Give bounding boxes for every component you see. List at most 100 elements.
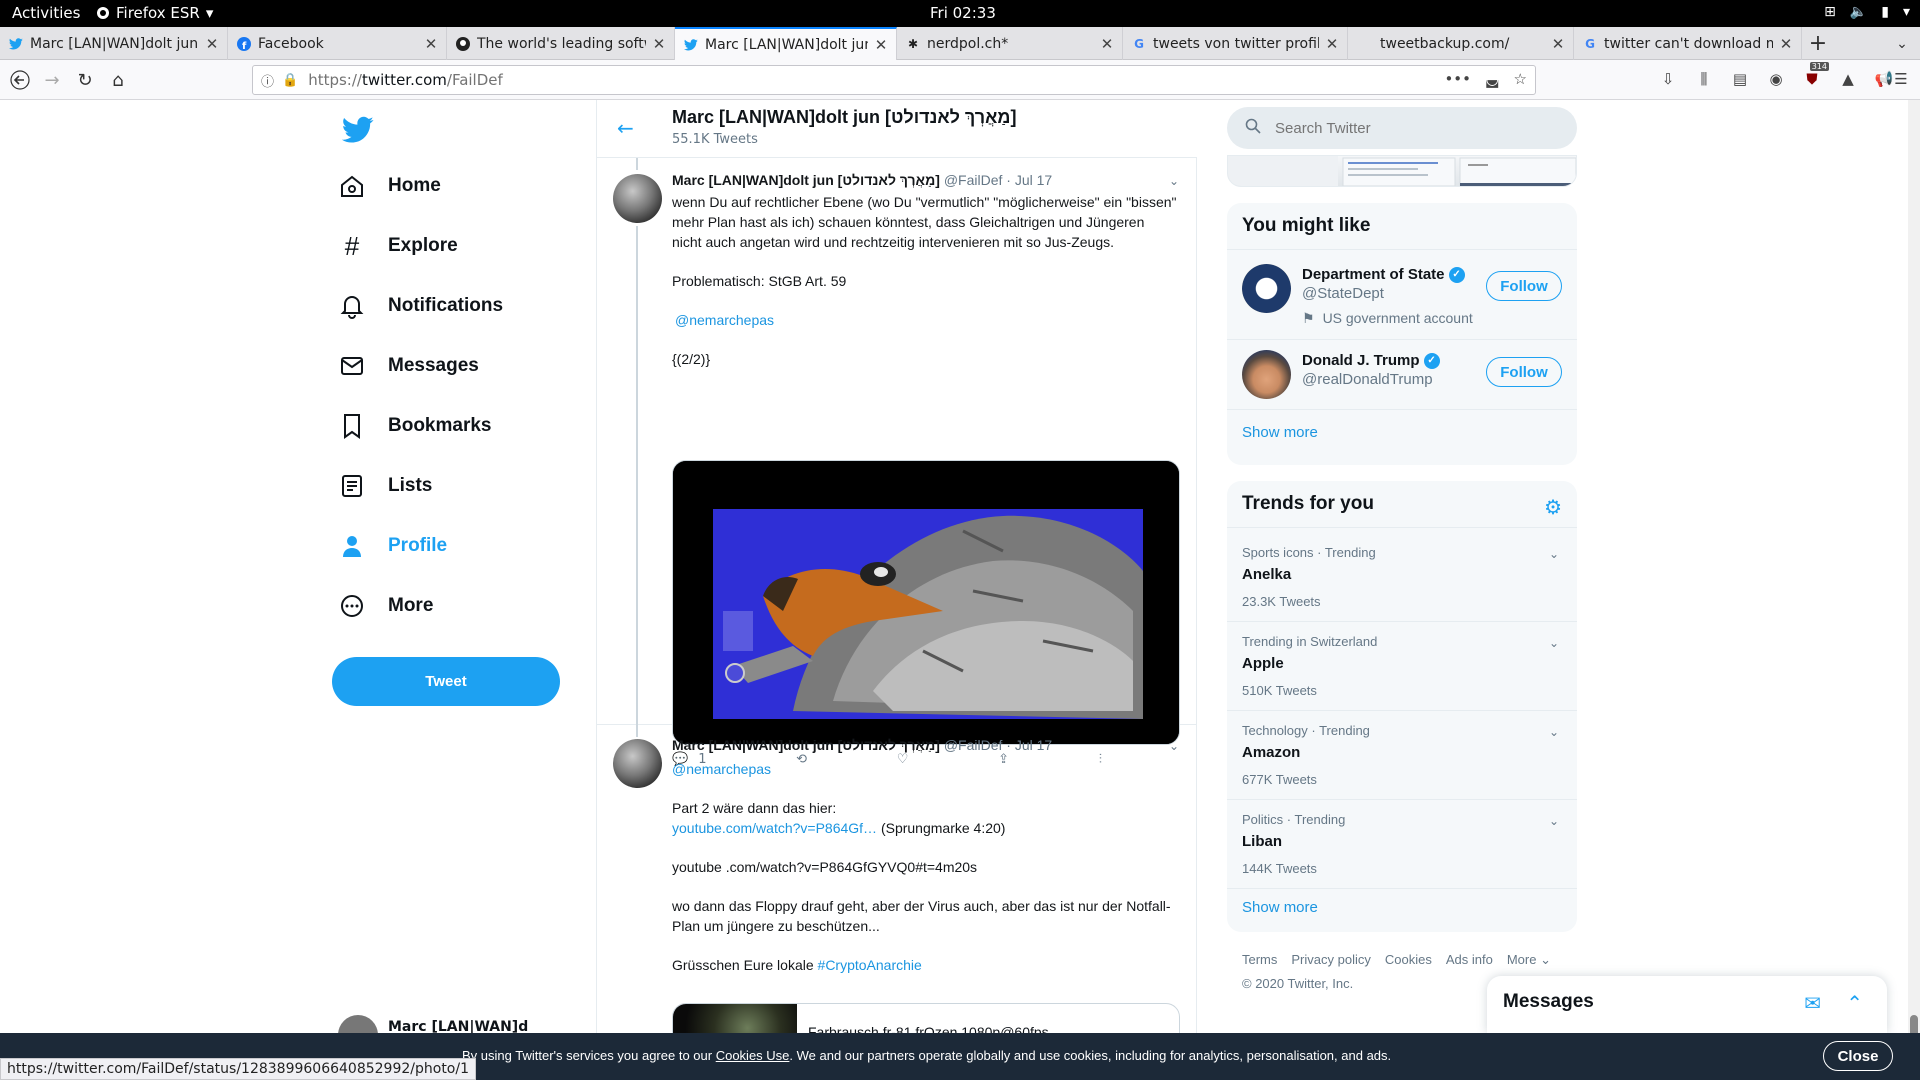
tweet[interactable]: Marc [LAN|WAN]dolt jun [מַאֲרְךְ לאנדולט… — [597, 158, 1197, 767]
tweet-handle[interactable]: @FailDef — [944, 737, 1003, 753]
follow-button[interactable]: Follow — [1486, 357, 1562, 387]
avatar[interactable] — [613, 174, 662, 223]
reload-button[interactable]: ↻ — [73, 68, 97, 92]
tweet-author-name[interactable]: Marc [LAN|WAN]dolt jun [מַאֲרְךְ לאנדולט… — [672, 172, 940, 188]
mention-link[interactable]: @nemarchepas — [675, 312, 774, 328]
download-icon[interactable]: ⇩ — [1657, 68, 1679, 90]
show-more-link[interactable]: Show more — [1242, 424, 1318, 441]
tweet-date[interactable]: Jul 17 — [1015, 172, 1052, 188]
close-button[interactable]: Close — [1823, 1041, 1893, 1071]
browser-tab[interactable]: Marc [LAN|WAN]dolt jun ✕ — [0, 27, 228, 60]
back-button[interactable] — [8, 68, 32, 92]
account-name: Donald J. Trump — [1302, 352, 1420, 369]
tweet-author-name[interactable]: Marc [LAN|WAN]dolt jun [מַאֲרְךְ לאנדולט… — [672, 737, 940, 753]
ublock-icon[interactable]: ⛊ 314 — [1801, 62, 1829, 90]
mention-link[interactable]: @nemarchepas — [672, 761, 771, 777]
nav-profile[interactable]: Profile — [338, 521, 447, 571]
nav-bookmarks[interactable]: Bookmarks — [338, 401, 492, 451]
footer-link-cookies[interactable]: Cookies — [1385, 952, 1432, 968]
chevron-down-icon[interactable]: ⌄ — [1549, 814, 1559, 828]
tweet-handle[interactable]: @FailDef — [944, 172, 1003, 188]
close-icon[interactable]: ✕ — [874, 36, 888, 54]
account-switcher[interactable]: Marc [LAN|WAN]d — [338, 1015, 528, 1033]
page-actions-icon[interactable]: ••• — [1444, 70, 1471, 88]
star-icon[interactable]: ☆ — [1514, 70, 1527, 88]
app-menu[interactable]: Firefox ESR ▾ — [96, 4, 213, 22]
nav-messages[interactable]: Messages — [338, 341, 479, 391]
browser-tab[interactable]: tweetbackup.com/ ✕ — [1348, 27, 1574, 60]
follow-button[interactable]: Follow — [1486, 271, 1562, 301]
youtube-link[interactable]: youtube.com/watch?v=P864Gf… — [672, 820, 877, 836]
home-button[interactable]: ⌂ — [106, 68, 130, 92]
trend-item[interactable]: Technology · Trending Amazon 677K Tweets… — [1227, 711, 1577, 800]
close-icon[interactable]: ✕ — [1551, 35, 1565, 53]
nav-explore[interactable]: # Explore — [338, 221, 458, 271]
info-icon[interactable]: ⓘ — [261, 71, 274, 90]
new-message-icon[interactable]: ✉ — [1804, 991, 1821, 1016]
tweet-date[interactable]: Jul 17 — [1015, 737, 1052, 753]
browser-tab[interactable]: G tweets von twitter profil ✕ — [1123, 27, 1348, 60]
browser-tab[interactable]: f Facebook ✕ — [228, 27, 447, 60]
footer-link-terms[interactable]: Terms — [1242, 952, 1277, 968]
trend-item[interactable]: Politics · Trending Liban 144K Tweets ⌄ — [1227, 800, 1577, 889]
messages-drawer[interactable]: Messages ✉ ⌃ — [1487, 976, 1887, 1033]
nav-lists[interactable]: Lists — [338, 461, 432, 511]
nav-notifications[interactable]: Notifications — [338, 281, 503, 331]
trend-item[interactable]: Trending in Switzerland Apple 510K Tweet… — [1227, 622, 1577, 711]
chevron-down-icon: ▾ — [205, 4, 214, 22]
trend-item[interactable]: Sports icons · Trending Anelka 23.3K Twe… — [1227, 533, 1577, 622]
avatar[interactable] — [613, 739, 662, 788]
browser-tab[interactable]: The world's leading softw ✕ — [447, 27, 675, 60]
tweet-photo[interactable] — [672, 460, 1180, 745]
close-icon[interactable]: ✕ — [652, 35, 666, 53]
chevron-down-icon[interactable]: ⌄ — [1549, 725, 1559, 739]
footer-link-privacy[interactable]: Privacy policy — [1291, 952, 1370, 968]
clock[interactable]: Fri 02:33 — [930, 4, 996, 22]
twitter-logo-icon[interactable] — [342, 114, 374, 146]
chevron-down-icon[interactable]: ⌄ — [1549, 547, 1559, 561]
hamburger-menu-icon[interactable]: ☰ — [1890, 68, 1912, 90]
sync-icon[interactable]: ◉ — [1765, 68, 1787, 90]
search-input[interactable] — [1275, 119, 1535, 137]
close-icon[interactable]: ✕ — [1100, 35, 1114, 53]
browser-tab-active[interactable]: Marc [LAN|WAN]dolt jun ✕ — [675, 27, 897, 60]
nav-home[interactable]: Home — [338, 161, 441, 211]
list-all-tabs-button[interactable]: ⌄ — [1888, 27, 1916, 60]
chevron-up-icon[interactable]: ⌃ — [1846, 991, 1863, 1016]
avatar — [1242, 350, 1291, 399]
sidebar-icon[interactable]: ▤ — [1729, 68, 1751, 90]
show-more-link[interactable]: Show more — [1242, 899, 1318, 916]
media-preview-strip[interactable] — [1227, 155, 1577, 187]
search-box[interactable] — [1227, 107, 1577, 149]
tweet-button[interactable]: Tweet — [332, 657, 560, 706]
close-icon[interactable]: ✕ — [205, 35, 219, 53]
gear-icon[interactable]: ⚙ — [1544, 495, 1562, 519]
suggested-account[interactable]: Department of State ✓ @StateDept ⚑ US gove… — [1227, 254, 1577, 340]
footer-link-more[interactable]: More ⌄ — [1507, 952, 1551, 968]
library-icon[interactable]: ⫼ — [1693, 68, 1715, 90]
suggested-account[interactable]: Donald J. Trump ✓ @realDonaldTrump Follow — [1227, 340, 1577, 410]
tweet[interactable]: Marc [LAN|WAN]dolt jun [מַאֲרְךְ לאנדולט… — [597, 725, 1197, 1033]
nav-more[interactable]: More — [338, 581, 433, 631]
close-icon[interactable]: ✕ — [1325, 35, 1339, 53]
close-icon[interactable]: ✕ — [424, 35, 438, 53]
link-card[interactable]: Farbrausch fr-81 frOzen 1080p@60fps — [672, 1003, 1180, 1033]
url-bar[interactable]: ⓘ 🔒 https://twitter.com/FailDef ••• ◛ ☆ — [252, 65, 1536, 95]
page-scrollbar[interactable] — [1908, 100, 1920, 1051]
chevron-down-icon[interactable]: ⌄ — [1549, 636, 1559, 650]
new-tab-button[interactable]: + — [1802, 27, 1834, 60]
browser-tab[interactable]: ✱ nerdpol.ch* ✕ — [897, 27, 1123, 60]
pocket-icon[interactable]: ◛ — [1485, 70, 1500, 88]
arrow-left-icon[interactable]: ← — [617, 116, 634, 140]
chevron-down-icon[interactable]: ⌄ — [1169, 739, 1179, 753]
close-icon[interactable]: ✕ — [1779, 35, 1793, 53]
system-tray[interactable]: ⊞ 🔈 ▮ ▾ — [1824, 4, 1910, 20]
forward-button[interactable]: → — [40, 68, 64, 92]
chevron-down-icon[interactable]: ⌄ — [1169, 174, 1179, 188]
extension-icon[interactable]: ▲ — [1837, 68, 1859, 90]
footer-link-ads-info[interactable]: Ads info — [1446, 952, 1493, 968]
browser-tab[interactable]: G twitter can't download m ✕ — [1574, 27, 1802, 60]
hashtag-link[interactable]: #CryptoAnarchie — [818, 957, 922, 973]
activities-button[interactable]: Activities — [12, 4, 80, 22]
cookies-use-link[interactable]: Cookies Use — [716, 1048, 790, 1063]
